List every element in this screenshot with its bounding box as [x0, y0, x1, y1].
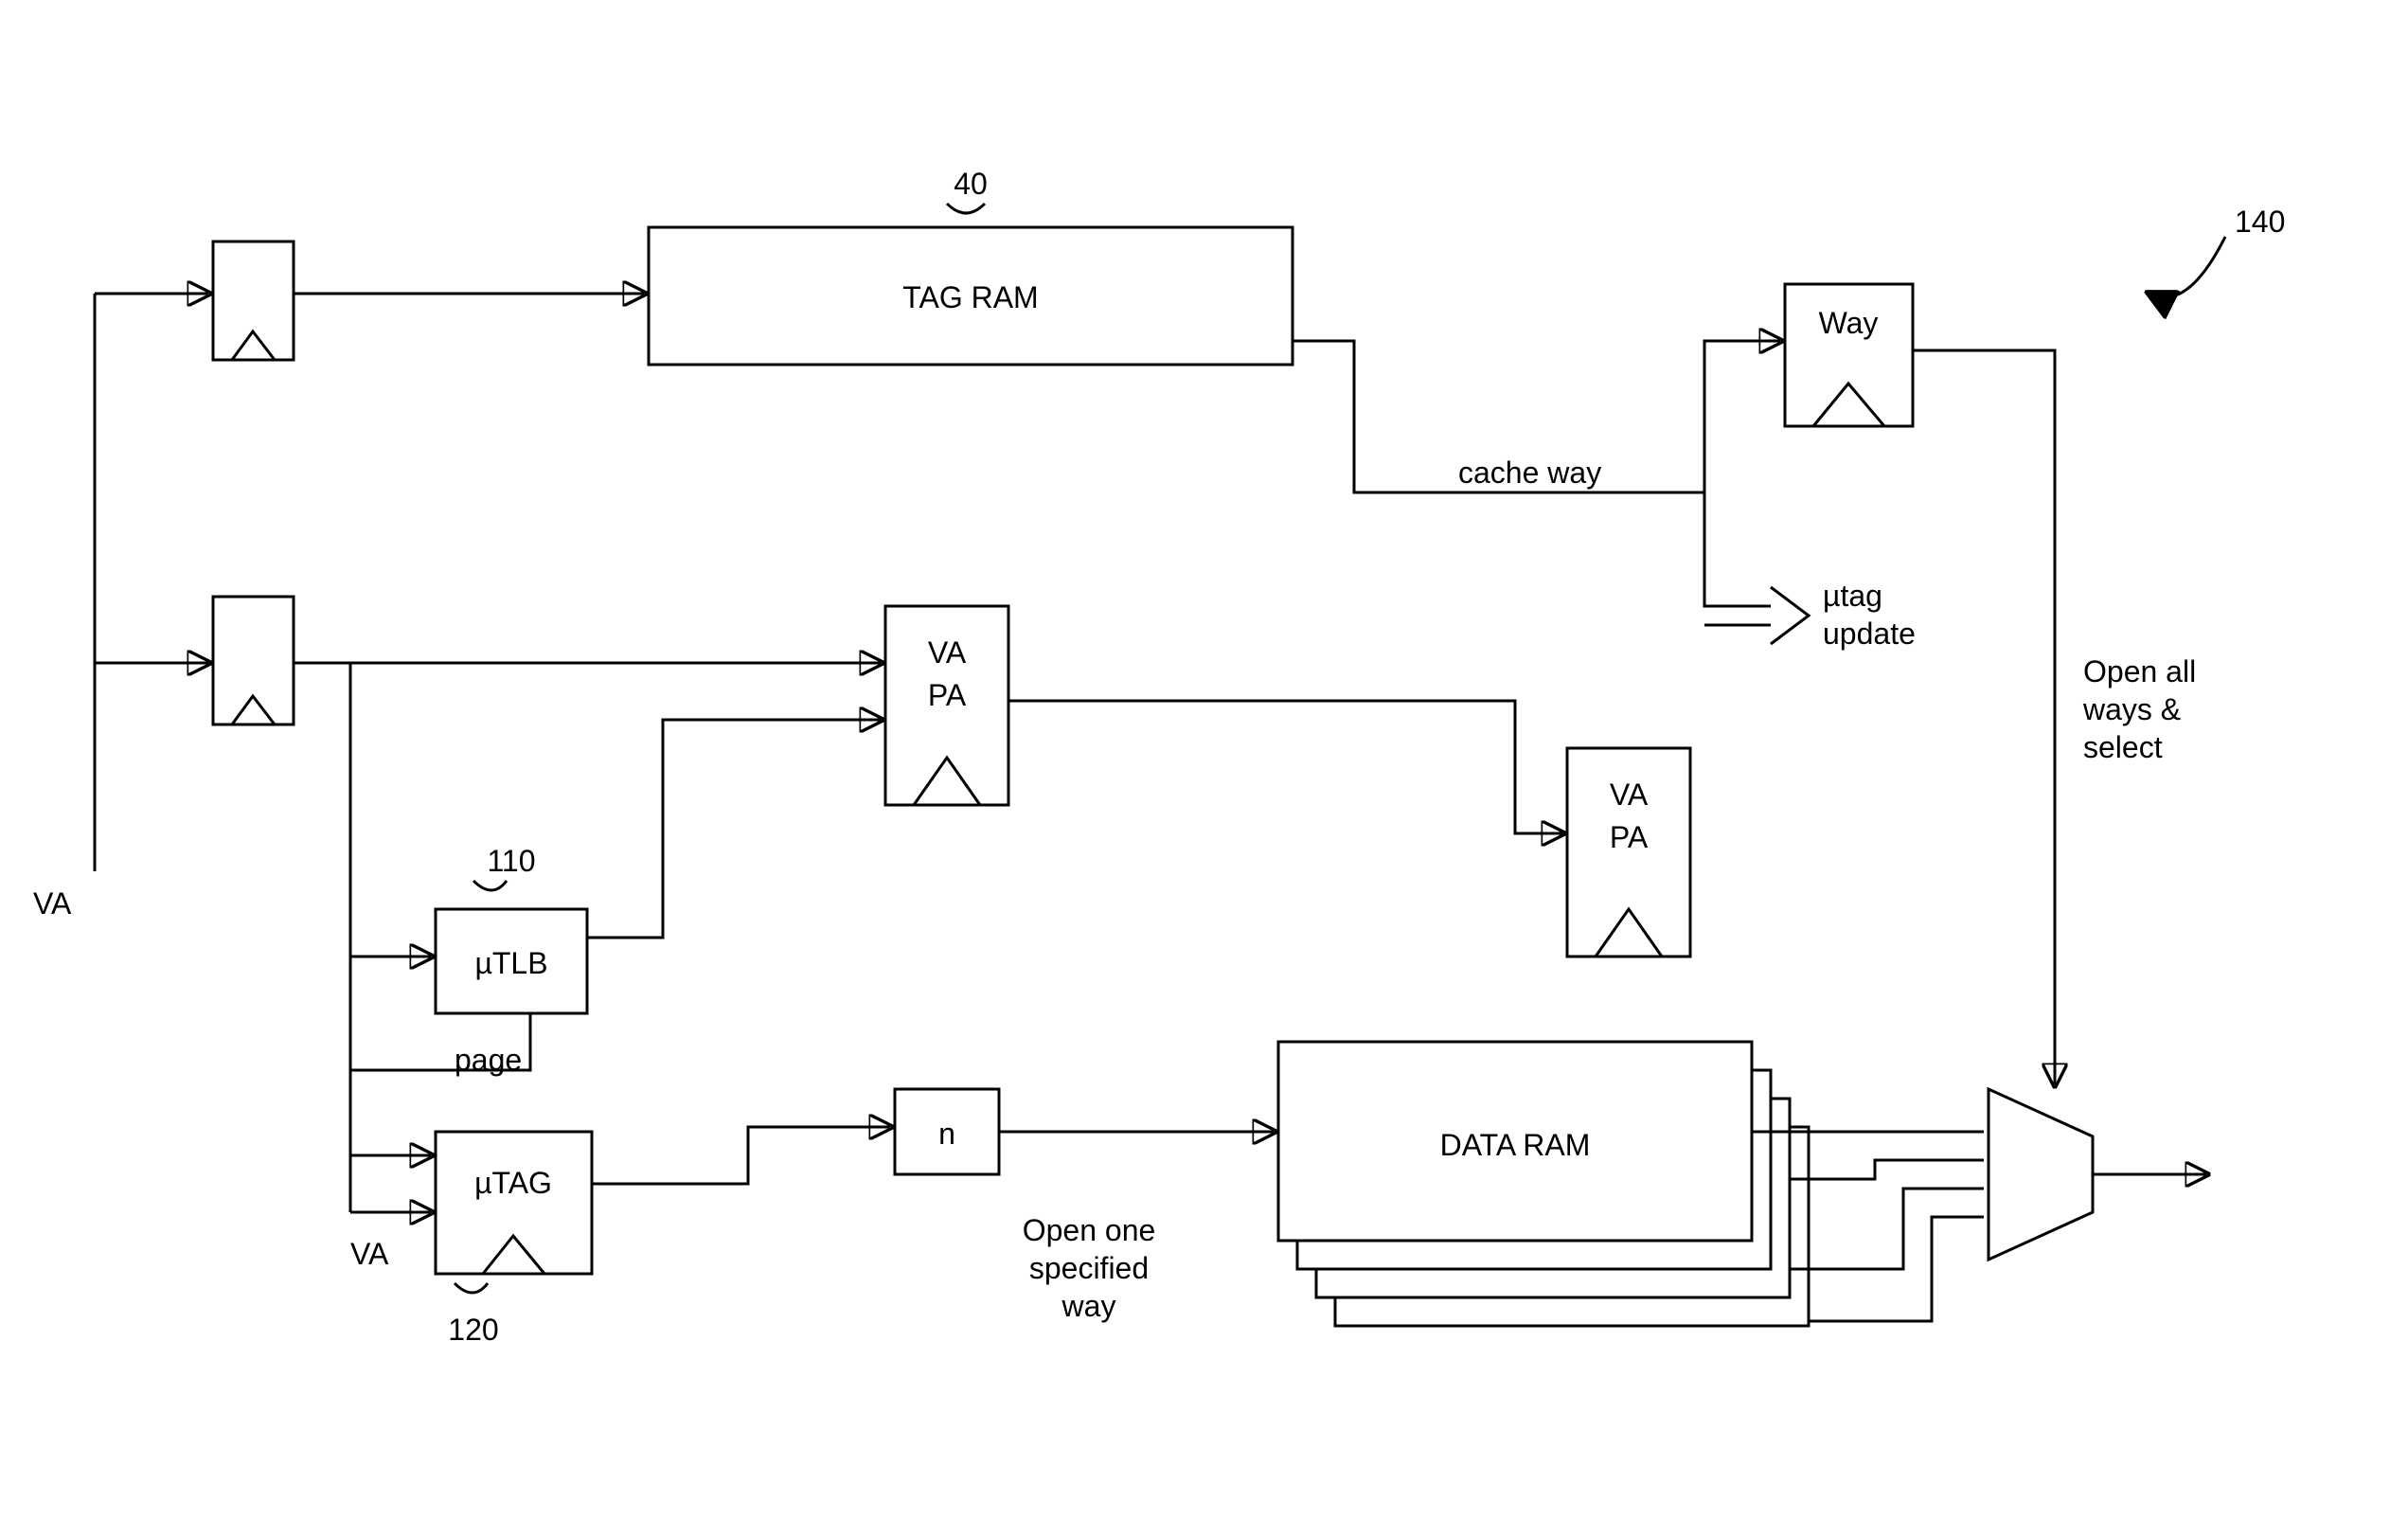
data-ram: DATA RAM	[1278, 1042, 1809, 1326]
utag-ref-tick	[455, 1283, 488, 1293]
open-all-3: select	[2083, 730, 2163, 764]
utag-update-l1: µtag	[1823, 579, 1882, 613]
input-va-label: VA	[33, 886, 72, 921]
ref-140-leader	[2149, 237, 2225, 297]
tag-ram: TAG RAM	[649, 227, 1293, 365]
diagram-canvas: 140 VA TAG RAM 40 VA µTLB 110	[0, 0, 2408, 1520]
utlb-label: µTLB	[474, 946, 547, 980]
reg-2	[213, 597, 294, 724]
mux-ref: 140	[2235, 205, 2285, 239]
utag: µTAG	[436, 1132, 592, 1274]
vapa2-l2: PA	[1610, 820, 1649, 854]
utlb-ref-tick	[473, 881, 507, 890]
wire-vapa1-to-vapa2	[1008, 701, 1562, 833]
open-one-3: way	[1061, 1289, 1116, 1323]
utag-update-arrowhead	[1771, 587, 1809, 644]
tag-ram-ref-tick	[947, 204, 985, 213]
wire-utlb-to-vapa1	[587, 720, 881, 938]
data-ram-label: DATA RAM	[1440, 1128, 1591, 1162]
wire-utag-to-n	[592, 1127, 890, 1184]
utag-update-l2: update	[1823, 617, 1916, 651]
open-all-1: Open all	[2083, 654, 2196, 688]
n-box: n	[895, 1089, 999, 1174]
reg-1	[213, 241, 294, 360]
open-one-1: Open one	[1023, 1213, 1156, 1247]
tag-ram-label: TAG RAM	[902, 280, 1038, 314]
vapa1-l1: VA	[928, 635, 967, 670]
cache-way-label: cache way	[1458, 456, 1601, 490]
vapa2-l1: VA	[1610, 778, 1649, 812]
way-label: Way	[1819, 306, 1879, 340]
utag-ref: 120	[448, 1313, 498, 1347]
mux	[1989, 1089, 2093, 1260]
way-reg: Way	[1785, 284, 1913, 426]
tag-ram-ref: 40	[954, 167, 988, 201]
utlb: µTLB	[436, 909, 587, 1013]
utlb-ref: 110	[487, 844, 535, 878]
wire-way-to-mux	[1913, 350, 2055, 1084]
utlb-page-label: page	[455, 1043, 522, 1077]
wire-dram-out-1	[1790, 1160, 1984, 1179]
vapa1-l2: PA	[928, 678, 967, 712]
open-all-2: ways &	[2082, 692, 2181, 726]
open-one-2: specified	[1029, 1251, 1149, 1285]
vapa-reg-1: VA PA	[885, 606, 1008, 805]
vapa-reg-2: VA PA	[1567, 748, 1690, 957]
wire-utag-update-1	[1704, 492, 1771, 606]
n-label: n	[938, 1117, 955, 1151]
utag-label: µTAG	[474, 1166, 552, 1200]
utag-in-label: VA	[350, 1237, 389, 1271]
wire-dram-out-2	[1790, 1189, 1984, 1269]
